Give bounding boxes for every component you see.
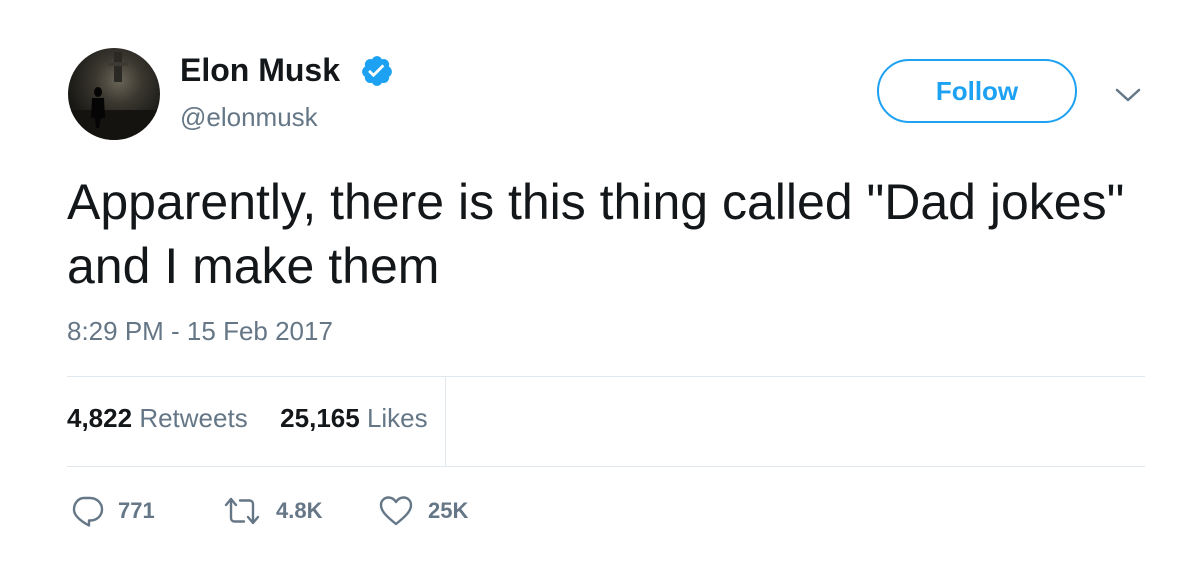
reply-button[interactable]: 771 (70, 494, 155, 528)
retweet-count: 4.8K (276, 498, 323, 523)
tweet-text: Apparently, there is this thing called "… (67, 174, 1125, 294)
avatar[interactable] (68, 48, 160, 140)
retweets-count: 4,822 (67, 403, 133, 433)
likes-count: 25,165 (280, 403, 360, 433)
tweet-timestamp[interactable]: 8:29 PM - 15 Feb 2017 (67, 316, 333, 347)
author-display-name[interactable]: Elon Musk (180, 52, 340, 89)
tweet-stats: 4,822 Retweets 25,165 Likes (67, 403, 428, 434)
heart-icon (379, 496, 413, 526)
likes-stat[interactable]: 25,165 Likes (273, 403, 428, 433)
follow-button[interactable]: Follow (877, 59, 1077, 123)
verified-badge-icon (362, 56, 392, 86)
stats-divider (445, 377, 446, 466)
retweet-button[interactable]: 4.8K (222, 494, 322, 528)
chevron-down-icon[interactable] (1114, 84, 1142, 106)
like-count: 25K (428, 498, 469, 523)
like-button[interactable]: 25K (378, 494, 468, 528)
divider (67, 376, 1145, 377)
divider (67, 466, 1145, 467)
retweet-icon (224, 497, 260, 525)
reply-icon (72, 496, 104, 527)
reply-count: 771 (118, 498, 155, 523)
author-handle[interactable]: @elonmusk (180, 102, 318, 133)
tweet-card: Elon Musk @elonmusk Follow Apparently, t… (0, 0, 1200, 572)
retweets-stat[interactable]: 4,822 Retweets (67, 403, 255, 433)
likes-label: Likes (366, 403, 428, 433)
avatar-image (68, 52, 160, 140)
retweets-label: Retweets (139, 403, 248, 433)
